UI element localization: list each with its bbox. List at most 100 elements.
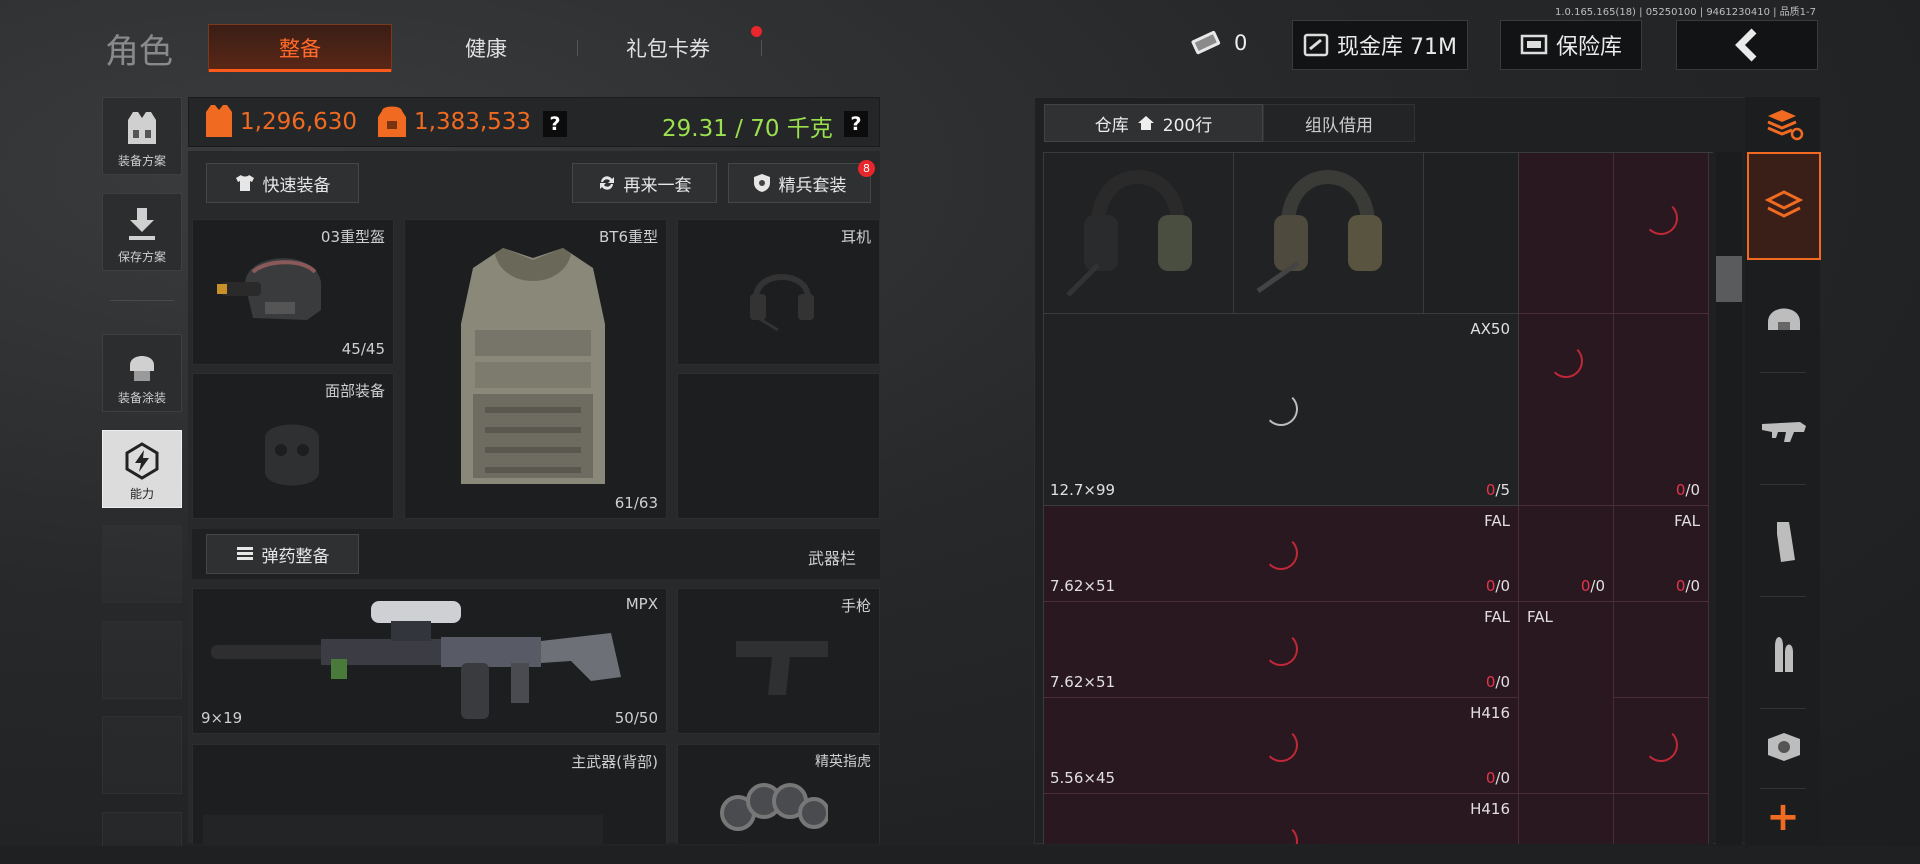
ammo-icon bbox=[236, 547, 253, 560]
back-weapon-slot[interactable]: 主武器(背部) bbox=[192, 744, 667, 845]
bottom-bar bbox=[0, 846, 1920, 864]
pistol-slot[interactable]: 手枪 bbox=[677, 588, 880, 734]
grid-cell bbox=[1614, 794, 1709, 844]
primary-weapon-ammo: 50/50 bbox=[614, 709, 658, 727]
category-helmet-button[interactable] bbox=[1747, 264, 1821, 372]
cash-vault-button[interactable]: 现金库 71M bbox=[1292, 20, 1468, 70]
melee-slot[interactable]: 精英指虎 bbox=[677, 744, 880, 844]
armor-slot[interactable]: BT6重型 61/63 bbox=[404, 219, 667, 519]
grid-item-h416[interactable]: H416 5.56×45 0/0 bbox=[1044, 698, 1519, 794]
item-name: FAL bbox=[1484, 512, 1510, 530]
ability-icon bbox=[122, 441, 162, 481]
item-caliber: 12.7×99 bbox=[1050, 481, 1116, 499]
value-help-button[interactable]: ? bbox=[543, 111, 567, 137]
grid-item-extra[interactable]: 0/0 bbox=[1614, 314, 1709, 506]
sort-button[interactable] bbox=[1747, 97, 1821, 152]
grid-item-fal[interactable]: FAL 7.62×51 0/0 bbox=[1044, 602, 1519, 698]
save-plan-label: 保存方案 bbox=[117, 250, 166, 264]
safe-button[interactable]: 保险库 bbox=[1500, 20, 1642, 70]
elite-set-button[interactable]: 精兵套装 bbox=[728, 163, 871, 203]
weapons-section-title: 武器栏 bbox=[808, 549, 857, 568]
grid-item-headset[interactable] bbox=[1044, 153, 1234, 314]
paint-label: 装备涂装 bbox=[117, 391, 166, 405]
category-magazine-button[interactable] bbox=[1747, 488, 1821, 596]
weight-help-button[interactable]: ? bbox=[844, 111, 868, 137]
again-label: 再来一套 bbox=[623, 175, 692, 196]
tab-team-borrow[interactable]: 组队借用 bbox=[1263, 104, 1415, 142]
elite-set-label: 精兵套装 bbox=[778, 175, 847, 196]
grid-item-extra[interactable]: 0/0 bbox=[1519, 506, 1614, 602]
toolbar-divider bbox=[1760, 788, 1806, 789]
helmet-icon bbox=[1768, 308, 1800, 330]
grid-cell bbox=[1424, 153, 1519, 314]
scrollbar-thumb[interactable] bbox=[1716, 256, 1742, 302]
item-count: 0/0 bbox=[1485, 577, 1510, 595]
item-name: H416 bbox=[1470, 704, 1510, 722]
item-name: H416 bbox=[1470, 800, 1510, 818]
grid-cell bbox=[1519, 794, 1614, 844]
tab-warehouse[interactable]: 仓库 200行 bbox=[1044, 104, 1263, 142]
grid-item-ax50[interactable]: AX50 12.7×99 0/5 bbox=[1044, 314, 1519, 506]
category-attachment-button[interactable] bbox=[1747, 712, 1821, 782]
ability-label: 能力 bbox=[129, 487, 154, 501]
storage-grid[interactable]: AX50 12.7×99 0/5 0/0 FAL 7.62×51 0/0 0/0… bbox=[1043, 152, 1713, 844]
grid-item-h416[interactable]: H416 bbox=[1044, 794, 1519, 844]
headset-slot-label: 耳机 bbox=[840, 228, 871, 246]
primary-weapon-slot[interactable]: MPX 9×19 50/50 bbox=[192, 588, 667, 734]
item-count: 0/0 bbox=[1485, 769, 1510, 787]
toolbar-divider bbox=[1760, 708, 1806, 709]
headset-image bbox=[1256, 170, 1382, 294]
item-count: 0/0 bbox=[1485, 673, 1510, 691]
quick-equip-button[interactable]: 快速装备 bbox=[206, 163, 359, 203]
grid-cell bbox=[1614, 602, 1709, 698]
body-armor-image bbox=[461, 248, 605, 484]
back-arrow-icon bbox=[1735, 28, 1757, 62]
tab-gift[interactable]: 礼包卡券 bbox=[588, 24, 748, 72]
primary-weapon-caliber: 9×19 bbox=[201, 709, 243, 727]
scope-icon bbox=[1768, 733, 1800, 761]
version-text: 1.0.165.165(18) | 05250100 | 9461230410 … bbox=[1555, 7, 1816, 18]
face-slot[interactable]: 面部装备 bbox=[192, 373, 394, 519]
grid-item-fal[interactable]: FAL bbox=[1519, 602, 1614, 794]
grid-item-headset[interactable] bbox=[1234, 153, 1424, 314]
layers-icon bbox=[1764, 190, 1804, 218]
loading-spinner bbox=[1644, 201, 1678, 235]
category-ammo-button[interactable] bbox=[1747, 600, 1821, 708]
helmet-durability: 45/45 bbox=[341, 340, 385, 358]
loadout-plan-button[interactable]: 装备方案 bbox=[102, 97, 182, 175]
ammo-prep-label: 弹药整备 bbox=[261, 546, 330, 567]
save-plan-button[interactable]: 保存方案 bbox=[102, 193, 182, 271]
tab-loadout[interactable]: 整备 bbox=[208, 24, 392, 72]
helmet-slot[interactable]: 03重型盔 45/45 bbox=[192, 219, 394, 365]
category-rifle-button[interactable] bbox=[1747, 376, 1821, 484]
headset-image bbox=[1066, 170, 1192, 297]
tab-divider bbox=[761, 40, 762, 56]
grid-cell bbox=[1614, 153, 1709, 314]
refresh-icon bbox=[599, 176, 614, 190]
item-count: 0/0 bbox=[1675, 577, 1700, 595]
toolbar-divider bbox=[1760, 372, 1806, 373]
item-name: FAL bbox=[1527, 608, 1553, 626]
tab-health[interactable]: 健康 bbox=[406, 24, 566, 72]
grid-item-fal[interactable]: FAL 0/0 bbox=[1614, 506, 1709, 602]
back-button[interactable] bbox=[1676, 20, 1818, 70]
again-button[interactable]: 再来一套 bbox=[572, 163, 717, 203]
add-button[interactable]: + bbox=[1746, 792, 1820, 842]
warehouse-label: 仓库 bbox=[1094, 115, 1129, 136]
ammo-prep-button[interactable]: 弹药整备 bbox=[206, 534, 359, 574]
paint-button[interactable]: 装备涂装 bbox=[102, 334, 182, 412]
category-all-button[interactable] bbox=[1747, 152, 1821, 260]
coin-counter[interactable]: 0 bbox=[1190, 28, 1247, 58]
empty-equipment-slot bbox=[677, 373, 880, 519]
warehouse-rows: 200行 bbox=[1162, 115, 1213, 136]
download-icon bbox=[122, 204, 162, 244]
item-count: 0/0 bbox=[1580, 577, 1605, 595]
headset-slot[interactable]: 耳机 bbox=[677, 219, 880, 365]
pistol-placeholder-icon bbox=[736, 641, 828, 695]
weight-text: 29.31 / 70 千克 bbox=[662, 116, 833, 142]
bullet-icon bbox=[1775, 637, 1793, 672]
grid-item-fal[interactable]: FAL 7.62×51 0/0 bbox=[1044, 506, 1519, 602]
coupon-icon bbox=[1191, 30, 1221, 55]
toolbar-divider bbox=[1760, 596, 1806, 597]
ability-button[interactable]: 能力 bbox=[102, 430, 182, 508]
